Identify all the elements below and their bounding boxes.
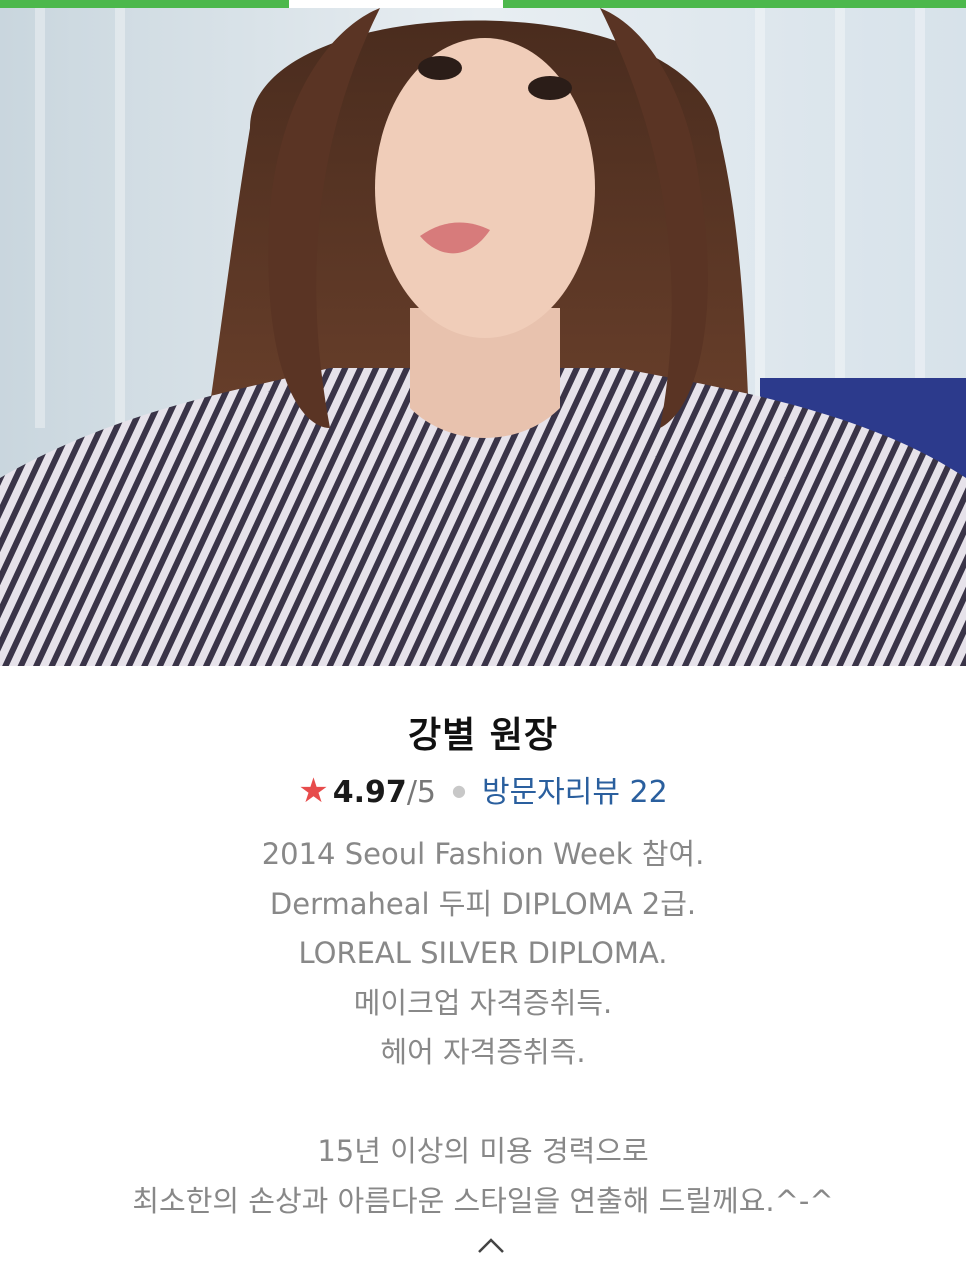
bio-line: 15년 이상의 미용 경력으로 bbox=[317, 1134, 649, 1168]
rating-max: /5 bbox=[406, 775, 437, 810]
bio-line: 2014 Seoul Fashion Week 참여. bbox=[261, 837, 705, 871]
designer-name: 강별 원장 bbox=[407, 715, 558, 756]
visitor-reviews-link[interactable]: 방문자리뷰 22 bbox=[482, 767, 668, 811]
bio-line: 헤어 자격증취즉. bbox=[380, 1035, 586, 1069]
bio-line: Dermaheal 두피 DIPLOMA 2급. bbox=[269, 886, 697, 921]
bio-line: 메이크업 자격증취득. bbox=[353, 985, 613, 1020]
chevron-up-icon[interactable] bbox=[471, 1232, 511, 1262]
bio-line: 최소한의 손상과 아름다운 스타일을 연출해 드릴께요.^-^ bbox=[132, 1183, 834, 1218]
bio-spacer bbox=[0, 1078, 966, 1128]
designer-profile-page: 강별 원장 ★ 4.97 /5 ● 방문자리뷰 22 2014 Seoul Fa… bbox=[0, 0, 966, 1279]
profile-info: 강별 원장 ★ 4.97 /5 ● 방문자리뷰 22 2014 Seoul Fa… bbox=[0, 666, 966, 1279]
rating-row: ★ 4.97 /5 ● 방문자리뷰 22 bbox=[0, 767, 966, 811]
designer-bio: 2014 Seoul Fashion Week 참여. Dermaheal 두피… bbox=[0, 830, 966, 1226]
carousel-active-indicator bbox=[289, 0, 503, 8]
carousel-progress-bar bbox=[0, 0, 966, 8]
dot-separator: ● bbox=[452, 781, 466, 800]
bio-line: LOREAL SILVER DIPLOMA. bbox=[298, 936, 668, 970]
rating-score: 4.97 bbox=[332, 775, 407, 810]
profile-photo[interactable] bbox=[0, 8, 966, 666]
star-icon: ★ bbox=[298, 771, 329, 811]
